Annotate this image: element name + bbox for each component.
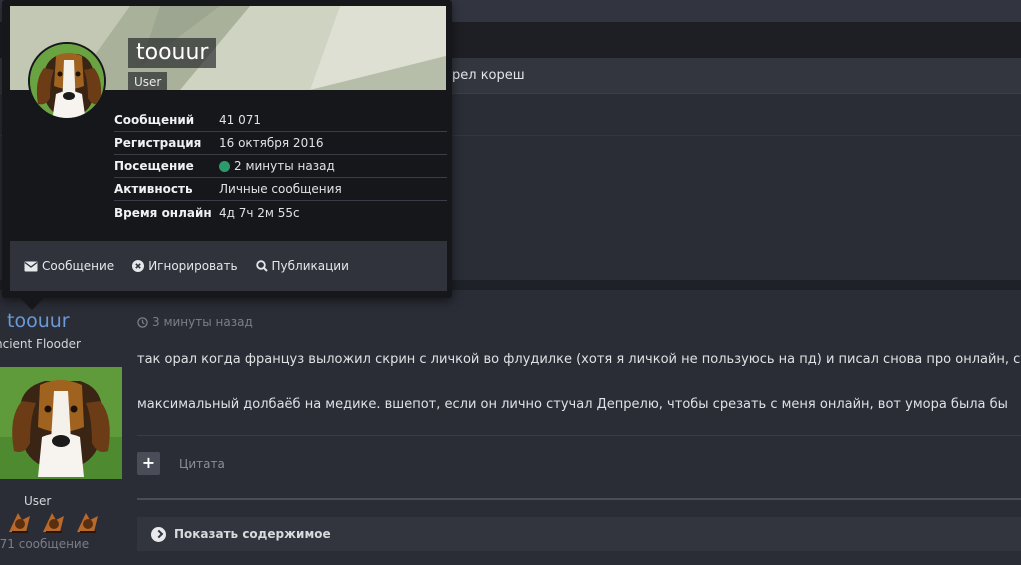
envelope-icon	[24, 261, 38, 271]
posts-button-label: Публикации	[271, 259, 349, 273]
online-status-icon	[219, 160, 230, 172]
multiquote-plus-button[interactable]: +	[137, 452, 160, 475]
stat-label: Регистрация	[114, 136, 202, 150]
post-author-panel: toouur ncient Flooder User 071 сообщение	[0, 290, 122, 565]
post-divider	[137, 435, 1021, 436]
stat-label: Активность	[114, 182, 193, 196]
spoiler-label: Показать содержимое	[174, 527, 331, 541]
author-group: User	[24, 494, 52, 508]
stat-row-registration: Регистрация 16 октября 2016	[114, 132, 447, 155]
stat-label: Время онлайн	[114, 205, 212, 220]
message-button-label: Сообщение	[42, 259, 115, 273]
post-text-line-2: максимальный долбаёб на медике. вшепот, …	[137, 397, 1008, 412]
stat-row-posts: Сообщений 41 071	[114, 109, 447, 132]
card-avatar[interactable]	[28, 42, 106, 120]
card-stats: Сообщений 41 071 Регистрация 16 октября …	[114, 109, 447, 224]
stat-value: 4д 7ч 2м 55с	[219, 205, 300, 220]
card-username-box: toouur	[128, 38, 217, 68]
ignore-button-label: Игнорировать	[148, 259, 238, 273]
stat-row-online-time: Время онлайн 4д 7ч 2м 55с	[114, 201, 447, 224]
author-badges	[6, 510, 102, 534]
author-name[interactable]: toouur	[7, 310, 70, 332]
thread-title[interactable]: рел кореш	[452, 68, 525, 83]
quote-button[interactable]: Цитата	[179, 457, 225, 471]
clock-icon	[137, 316, 148, 328]
ignore-button[interactable]: Игнорировать	[132, 259, 238, 273]
stat-value: 16 октября 2016	[219, 136, 324, 150]
author-title: ncient Flooder	[0, 337, 81, 351]
stat-value: 2 минуты назад	[219, 159, 335, 173]
user-hover-card: toouur User Сообщений 41 071 Регистрация…	[2, 0, 452, 298]
stat-value: Личные сообщения	[219, 182, 342, 196]
card-pointer-arrow	[20, 298, 44, 310]
stat-label: Сообщений	[114, 113, 195, 127]
card-username[interactable]: toouur	[136, 38, 208, 68]
message-button[interactable]: Сообщение	[24, 259, 114, 273]
stat-label: Посещение	[114, 159, 194, 173]
card-rank: User	[134, 75, 162, 89]
post-text-line-1: так орал когда француз выложил скрин с л…	[137, 352, 1021, 367]
stat-row-last-visit: Посещение 2 минуты назад	[114, 155, 447, 178]
posts-button[interactable]: Публикации	[255, 259, 349, 273]
close-circle-icon	[132, 260, 145, 272]
stat-value: 41 071	[219, 113, 261, 127]
search-icon	[255, 260, 268, 272]
badge-icon	[43, 513, 64, 533]
post-time[interactable]: 3 минуты назад	[137, 315, 253, 329]
chevron-right-icon	[151, 526, 166, 542]
post-time-text: 3 минуты назад	[152, 315, 253, 329]
author-post-count: 071 сообщение	[0, 537, 90, 551]
spoiler-toggle[interactable]: Показать содержимое	[137, 517, 1021, 551]
card-rank-box: User	[128, 72, 168, 90]
card-actions-bar: Сообщение Игнорировать Публикации	[10, 241, 447, 291]
stat-row-activity: Активность Личные сообщения	[114, 178, 447, 201]
signature-divider	[137, 498, 1021, 500]
avatar[interactable]	[0, 367, 122, 479]
badge-icon	[9, 513, 30, 533]
badge-icon	[77, 513, 98, 533]
